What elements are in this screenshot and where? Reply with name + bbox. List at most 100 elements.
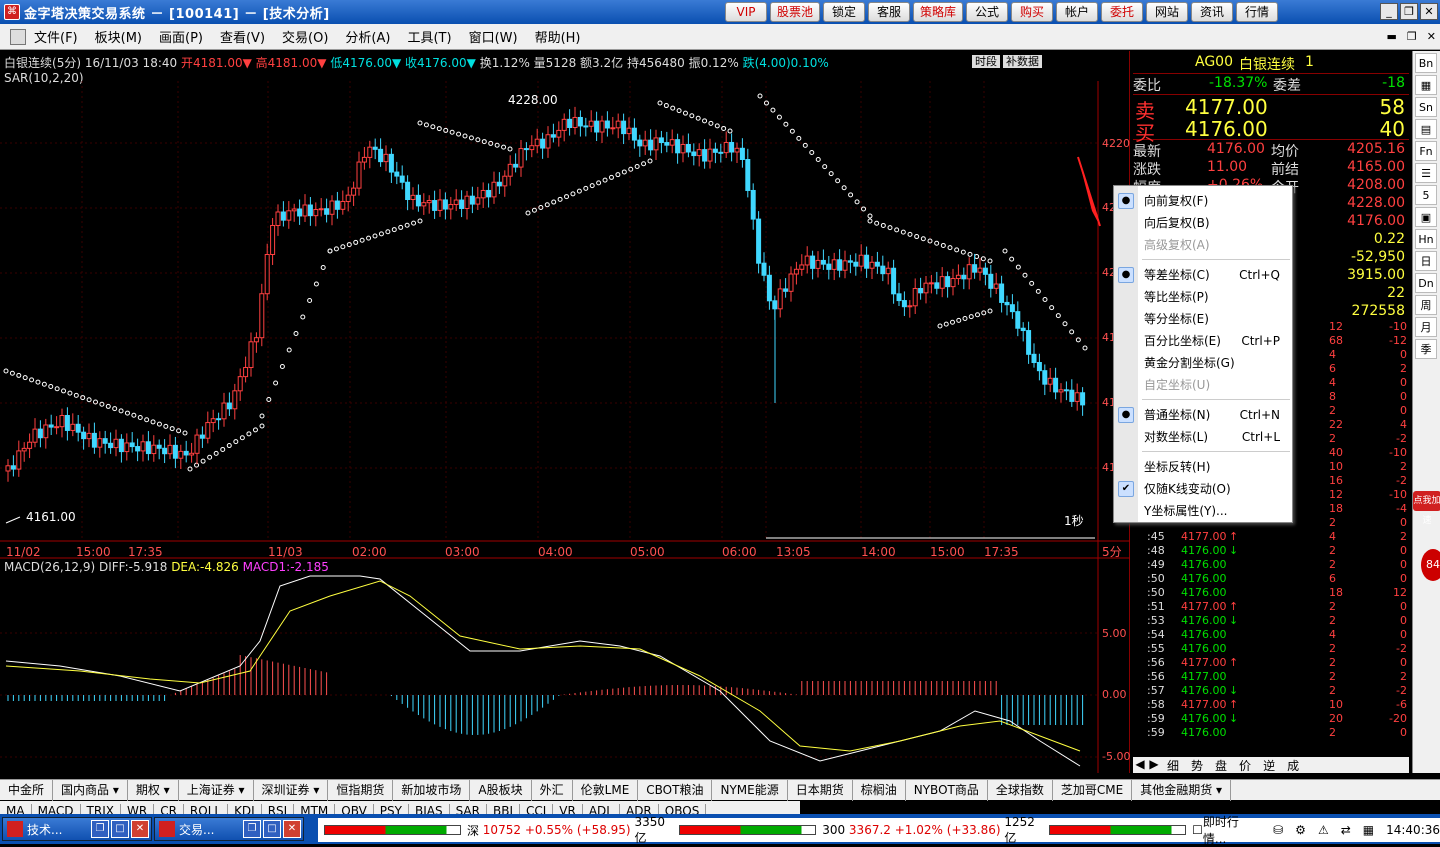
menu-sector[interactable]: 板块(M) (95, 27, 142, 46)
strategy-library-button[interactable]: 策略库 (913, 2, 964, 22)
sidebar-button[interactable]: Dn (1415, 273, 1437, 293)
context-menu-item[interactable]: ● 向前复权(F) (1114, 190, 1292, 212)
task-restore-icon[interactable]: ❐ (243, 820, 261, 838)
context-menu-item[interactable]: 百分比坐标(E) Ctrl+P (1114, 330, 1292, 352)
market-tab[interactable]: 全球指数 (988, 779, 1053, 801)
sidebar-button[interactable]: Sn (1415, 97, 1437, 117)
context-menu-item[interactable]: 黄金分割坐标(G) (1114, 352, 1292, 374)
tray-trade-icon[interactable]: ⇄ (1341, 823, 1351, 837)
task-close-icon[interactable]: ✕ (131, 820, 149, 838)
market-tab[interactable]: 深圳证券 ▾ (254, 779, 329, 801)
market-tab[interactable]: A股板块 (470, 779, 532, 801)
menu-window[interactable]: 窗口(W) (469, 27, 518, 46)
task-max-icon[interactable]: □ (263, 820, 281, 838)
sidebar-button[interactable]: 日 (1415, 251, 1437, 271)
market-tab[interactable]: 日本期货 (788, 779, 853, 801)
market-tab[interactable]: 新加坡市场 (393, 779, 471, 801)
context-menu-item[interactable]: 等分坐标(E) (1114, 308, 1292, 330)
market-tab[interactable]: 其他金融期货 ▾ (1132, 779, 1232, 801)
purchase-button[interactable]: 购买 (1011, 2, 1054, 22)
sidebar-button[interactable]: 周 (1415, 295, 1437, 315)
tab-reverse[interactable]: 逆 (1257, 757, 1281, 773)
task-trading[interactable]: 交易... ❐ □ ✕ (154, 817, 304, 841)
tab-prev-icon[interactable]: ◀ (1133, 757, 1147, 773)
market-tab[interactable]: 期权 ▾ (128, 779, 179, 801)
market-tab[interactable]: 国内商品 ▾ (53, 779, 128, 801)
sidebar-button[interactable]: 5 (1415, 185, 1437, 205)
tab-price[interactable]: 价 (1233, 757, 1257, 773)
sidebar-button[interactable]: Hn (1415, 229, 1437, 249)
tab-next-icon[interactable]: ▶ (1147, 757, 1161, 773)
context-menu-item[interactable]: 向后复权(B) (1114, 212, 1292, 234)
quote-value: 4165.00 (1347, 159, 1405, 175)
stock-pool-button[interactable]: 股票池 (770, 2, 821, 22)
quotes-button[interactable]: 行情 (1236, 2, 1279, 22)
context-menu-item[interactable]: ● 等差坐标(C) Ctrl+Q (1114, 264, 1292, 286)
context-menu-item[interactable]: 坐标反转(H) (1114, 456, 1292, 478)
menu-view[interactable]: 查看(V) (220, 27, 265, 46)
sidebar-button[interactable]: 季 (1415, 339, 1437, 359)
tray-db-icon[interactable]: ⛁ (1273, 823, 1283, 837)
promo-number[interactable]: 84 (1421, 549, 1440, 581)
context-menu-item[interactable]: ● 普通坐标(N) Ctrl+N (1114, 404, 1292, 426)
news-icon[interactable]: ☐ (1192, 823, 1203, 837)
lock-button[interactable]: 锁定 (823, 2, 866, 22)
sidebar-chart-icon[interactable]: ▦ (1415, 75, 1437, 95)
sidebar-list-icon[interactable]: ☰ (1415, 163, 1437, 183)
market-tab[interactable]: 芝加哥CME (1053, 779, 1133, 801)
promo-badge[interactable]: 点我加速 (1413, 491, 1440, 526)
sidebar-table-icon[interactable]: ▣ (1415, 207, 1437, 227)
context-menu-item[interactable]: 对数坐标(L) Ctrl+L (1114, 426, 1292, 448)
tray-network-icon[interactable]: ⚙ (1295, 823, 1306, 837)
website-button[interactable]: 网站 (1146, 2, 1189, 22)
task-technical[interactable]: 技术... ❐ □ ✕ (2, 817, 152, 841)
restore-icon[interactable]: ❐ (1400, 3, 1418, 20)
close-icon[interactable]: ✕ (1420, 3, 1438, 20)
formula-button[interactable]: 公式 (966, 2, 1009, 22)
market-tab[interactable]: 棕榈油 (853, 779, 906, 801)
menu-analysis[interactable]: 分析(A) (345, 27, 390, 46)
tab-detail[interactable]: 细 (1161, 757, 1185, 773)
sidebar-button[interactable]: Fn (1415, 141, 1437, 161)
news-ticker[interactable]: 即时行情... (1203, 813, 1257, 847)
kline-chart[interactable]: 白银连续(5分) 16/11/03 18:40 开4181.00▼ 高4181.… (0, 51, 1130, 773)
tab-book[interactable]: 盘 (1209, 757, 1233, 773)
menu-trade[interactable]: 交易(O) (282, 27, 328, 46)
task-restore-icon[interactable]: ❐ (91, 820, 109, 838)
market-tab[interactable]: 外汇 (532, 779, 573, 801)
market-tab[interactable]: 上海证券 ▾ (179, 779, 254, 801)
market-tab[interactable]: NYME能源 (712, 779, 788, 801)
tab-trend[interactable]: 势 (1185, 757, 1209, 773)
account-button[interactable]: 帐户 (1056, 2, 1099, 22)
context-menu-item[interactable]: 等比坐标(P) (1114, 286, 1292, 308)
market-tab[interactable]: 伦敦LME (573, 779, 639, 801)
menu-tools[interactable]: 工具(T) (407, 27, 451, 46)
market-tab[interactable]: NYBOT商品 (906, 779, 988, 801)
tray-warning-icon[interactable]: ⚠ (1318, 823, 1329, 837)
tab-trades[interactable]: 成 (1281, 757, 1305, 773)
sidebar-button[interactable]: 月 (1415, 317, 1437, 337)
task-close-icon[interactable]: ✕ (283, 820, 301, 838)
minimize-icon[interactable]: _ (1380, 3, 1398, 20)
sidebar-button[interactable]: Bn (1415, 53, 1437, 73)
market-tab[interactable]: 中金所 (0, 779, 54, 801)
vip-button[interactable]: VIP (725, 2, 767, 22)
quote-name: 白银连续 (1239, 57, 1295, 73)
tray-calc-icon[interactable]: ▦ (1363, 823, 1374, 837)
mdi-close-icon[interactable]: ✕ (1427, 30, 1436, 43)
task-max-icon[interactable]: □ (111, 820, 129, 838)
mdi-restore-icon[interactable]: ❐ (1407, 30, 1417, 43)
market-tab[interactable]: CBOT粮油 (638, 779, 713, 801)
support-button[interactable]: 客服 (868, 2, 911, 22)
candle-body (54, 426, 60, 429)
menu-help[interactable]: 帮助(H) (535, 27, 581, 46)
news-button[interactable]: 资讯 (1191, 2, 1234, 22)
context-menu-item[interactable]: ✔ 仅随K线变动(O) (1114, 478, 1292, 500)
context-menu-item[interactable]: Y坐标属性(Y)... (1114, 500, 1292, 522)
sidebar-grid-icon[interactable]: ▤ (1415, 119, 1437, 139)
order-button[interactable]: 委托 (1101, 2, 1144, 22)
menu-file[interactable]: 文件(F) (34, 27, 78, 46)
market-tab[interactable]: 恒指期货 (328, 779, 394, 801)
menu-screen[interactable]: 画面(P) (159, 27, 203, 46)
mdi-minimize-icon[interactable]: ▬ (1387, 30, 1397, 43)
